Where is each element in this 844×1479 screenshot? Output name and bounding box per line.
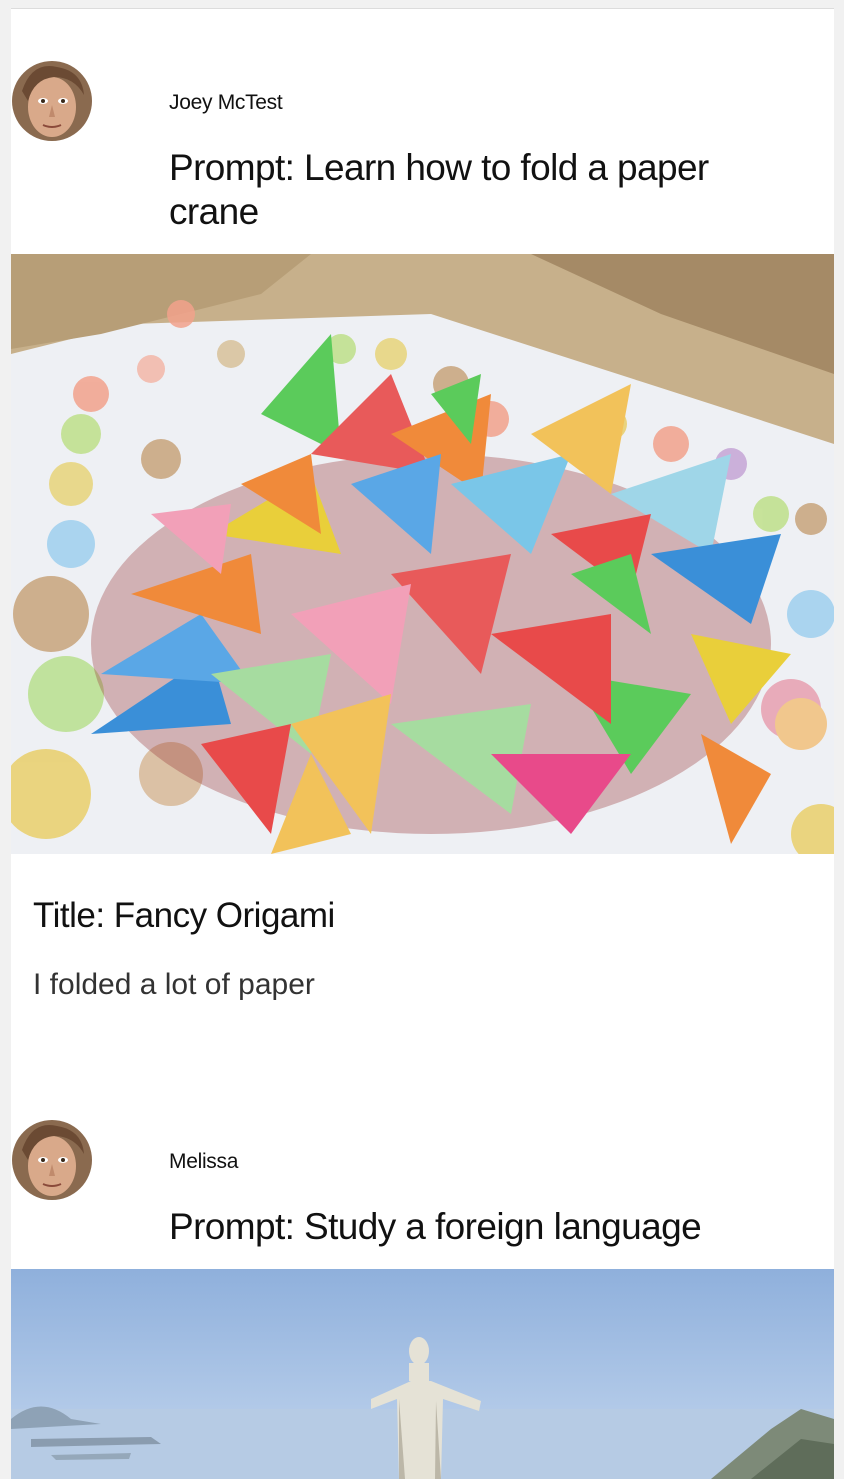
post-username[interactable]: Melissa [169, 1150, 238, 1174]
post-prompt: Prompt: Study a foreign language [169, 1206, 702, 1247]
avatar-face-icon [12, 61, 92, 141]
user-avatar[interactable] [12, 61, 92, 141]
post-image[interactable] [11, 254, 834, 854]
post-username[interactable]: Joey McTest [169, 91, 283, 115]
post-image[interactable] [11, 1269, 834, 1479]
avatar-face-icon [12, 1120, 92, 1200]
user-avatar[interactable] [12, 1120, 92, 1200]
paper-cranes-photo [11, 254, 834, 854]
statue-over-bay-photo [11, 1269, 834, 1479]
post-prompt: Prompt: Learn how to fold a paper crane [169, 147, 709, 232]
post-body: I folded a lot of paper [33, 968, 315, 1001]
post-title: Title: Fancy Origami [33, 896, 335, 935]
post-feed: Joey McTest Prompt: Learn how to fold a … [11, 8, 834, 1479]
